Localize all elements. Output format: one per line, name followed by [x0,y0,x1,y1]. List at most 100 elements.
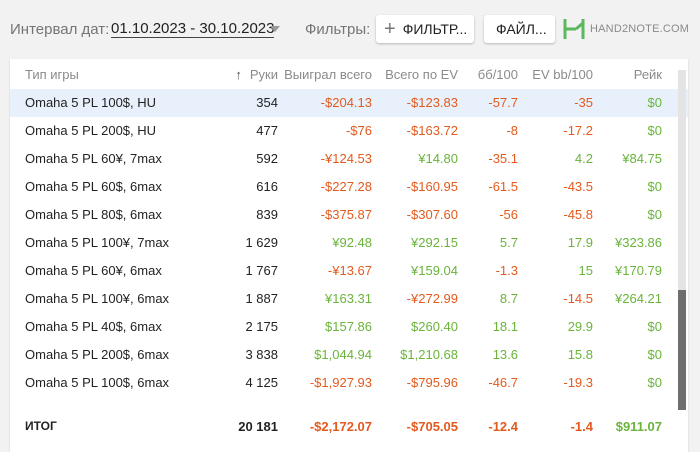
cell-bb100: 18.1 [492,319,518,334]
cell-game-type: Omaha 5 PL 100$, HU [25,95,157,110]
column-header-hands[interactable]: ↑ Руки [235,67,278,82]
cell-bb100: 5.7 [499,235,518,250]
cell-hands: 1 629 [245,235,278,250]
cell-hands: 1 767 [245,263,278,278]
cell-ev-total: ¥159.04 [411,263,458,278]
chevron-down-icon[interactable] [270,26,280,32]
cell-won-total: -$204.13 [320,95,372,110]
cell-rake: $0 [647,95,662,110]
cell-bb100: -61.5 [488,179,518,194]
cell-ev-total: ¥292.15 [411,235,458,250]
column-header-won-total[interactable]: Выиграл всего [284,67,372,82]
cell-hands: 354 [256,95,278,110]
cell-bb100: -35.1 [488,151,518,166]
cell-ev-total: -$705.05 [406,419,458,434]
cell-game-type: Omaha 5 PL 60$, 6max [25,179,162,194]
table-row[interactable]: Omaha 5 PL 200$, HU 477 -$76 -$163.72 -8 -17.… [10,117,688,145]
cell-ev-bb100: -19.3 [563,375,593,390]
table-total-row[interactable]: ИТОГ 20 181 -$2,172.07 -$705.05 -12.4 -1.4 $91… [10,413,688,441]
date-interval-label: Интервал дат: [10,21,110,38]
cell-won-total: ¥92.48 [332,235,372,250]
cell-game-type: Omaha 5 PL 100$, 6max [25,375,170,390]
hand2note-logo-icon [563,19,585,39]
column-header-game-type[interactable]: Тип игры [25,67,79,82]
cell-won-total: $157.86 [325,319,372,334]
cell-hands: 477 [256,123,278,138]
toolbar: Интервал дат: 01.10.2023 - 30.10.2023 Фи… [0,0,700,58]
sort-up-icon: ↑ [235,67,242,82]
add-filter-button[interactable]: + ФИЛЬТР... [376,15,474,43]
add-filter-label: ФИЛЬТР... [402,21,468,37]
date-range-select[interactable]: 01.10.2023 - 30.10.2023 [111,20,275,38]
cell-won-total: -$2,172.07 [309,419,372,434]
file-button-label: ФАЙЛ... [496,21,547,37]
table-row[interactable]: Omaha 5 PL 60¥, 7max 592 -¥124.53 ¥14.80 -35… [10,145,688,173]
cell-won-total: -$1,927.93 [309,375,372,390]
table-row[interactable]: Omaha 5 PL 60$, 6max 616 -$227.28 -$160.95 -… [10,173,688,201]
column-header-rake[interactable]: Рейк [634,67,662,82]
column-header-ev-total[interactable]: Всего по EV [385,67,458,82]
table-row[interactable]: Omaha 5 PL 100¥, 6max 1 887 ¥163.31 -¥272.9… [10,285,688,313]
scrollbar-thumb[interactable] [678,290,686,410]
table-row[interactable]: Omaha 5 PL 100$, 6max 4 125 -$1,927.93 -$79… [10,369,688,397]
cell-won-total: $1,044.94 [314,347,372,362]
cell-ev-bb100: 15 [578,263,593,278]
cell-ev-bb100: 4.2 [574,151,593,166]
column-header-hands-label: Руки [249,67,278,82]
cell-ev-total: -$163.72 [406,123,458,138]
cell-ev-total: $1,210.68 [400,347,458,362]
cell-bb100: -46.7 [488,375,518,390]
cell-ev-total: -$307.60 [406,207,458,222]
cell-hands: 592 [256,151,278,166]
table-row[interactable]: Omaha 5 PL 60¥, 6max 1 767 -¥13.67 ¥159.04 -… [10,257,688,285]
cell-rake: ¥84.75 [622,151,662,166]
table-row[interactable]: Omaha 5 PL 80$, 6max 839 -$375.87 -$307.60 -… [10,201,688,229]
cell-ev-bb100: -17.2 [563,123,593,138]
column-header-bb100[interactable]: бб/100 [478,67,518,82]
cell-game-type: Omaha 5 PL 200$, 6max [25,347,170,362]
cell-rake: $0 [647,179,662,194]
cell-ev-bb100: 29.9 [567,319,593,334]
cell-won-total: -¥13.67 [327,263,372,278]
cell-game-type: Omaha 5 PL 60¥, 7max [25,151,162,166]
cell-rake: $0 [647,375,662,390]
cell-hands: 3 838 [245,347,278,362]
stats-table: Тип игры ↑ Руки Выиграл всего Всего по EV… [10,59,688,452]
cell-won-total: -$76 [345,123,372,138]
cell-rake: $911.07 [615,419,662,434]
cell-won-total: ¥163.31 [325,291,372,306]
cell-game-type: Omaha 5 PL 200$, HU [25,123,157,138]
column-header-ev-bb100[interactable]: EV bb/100 [532,67,593,82]
hand2note-logo: HAND2NOTE.COM [562,17,689,41]
cell-bb100: 13.6 [492,347,518,362]
plus-icon: + [384,18,396,40]
cell-rake: $0 [647,319,662,334]
cell-ev-total: -$123.83 [406,95,458,110]
cell-won-total: -$375.87 [320,207,372,222]
cell-rake: ¥264.21 [615,291,662,306]
cell-ev-bb100: -43.5 [563,179,593,194]
cell-ev-total: -$795.96 [406,375,458,390]
table-row[interactable]: Omaha 5 PL 100$, HU 354 -$204.13 -$123.83 -5… [10,89,688,117]
cell-rake: $0 [647,347,662,362]
cell-rake: $0 [647,123,662,138]
table-row[interactable]: Omaha 5 PL 100¥, 7max 1 629 ¥92.48 ¥292.15 5… [10,229,688,257]
cell-ev-bb100: -35 [574,95,593,110]
cell-bb100: 8.7 [499,291,518,306]
cell-hands: 839 [256,207,278,222]
cell-game-type: Omaha 5 PL 40$, 6max [25,319,162,334]
cell-ev-bb100: -1.4 [570,419,593,434]
cell-ev-total: -¥272.99 [406,291,458,306]
cell-hands: 4 125 [245,375,278,390]
table-row[interactable]: Omaha 5 PL 200$, 6max 3 838 $1,044.94 $1,21… [10,341,688,369]
cell-bb100: -1.3 [495,263,518,278]
cell-game-type: Omaha 5 PL 100¥, 6max [25,291,170,306]
table-row[interactable]: Omaha 5 PL 40$, 6max 2 175 $157.86 $260.40 1… [10,313,688,341]
cell-rake: $0 [647,207,662,222]
file-button[interactable]: ФАЙЛ... [484,15,555,43]
cell-won-total: -¥124.53 [320,151,372,166]
table-header: Тип игры ↑ Руки Выиграл всего Всего по EV… [10,59,688,89]
cell-game-type: ИТОГ [25,419,57,433]
cell-game-type: Omaha 5 PL 100¥, 7max [25,235,170,250]
cell-won-total: -$227.28 [320,179,372,194]
